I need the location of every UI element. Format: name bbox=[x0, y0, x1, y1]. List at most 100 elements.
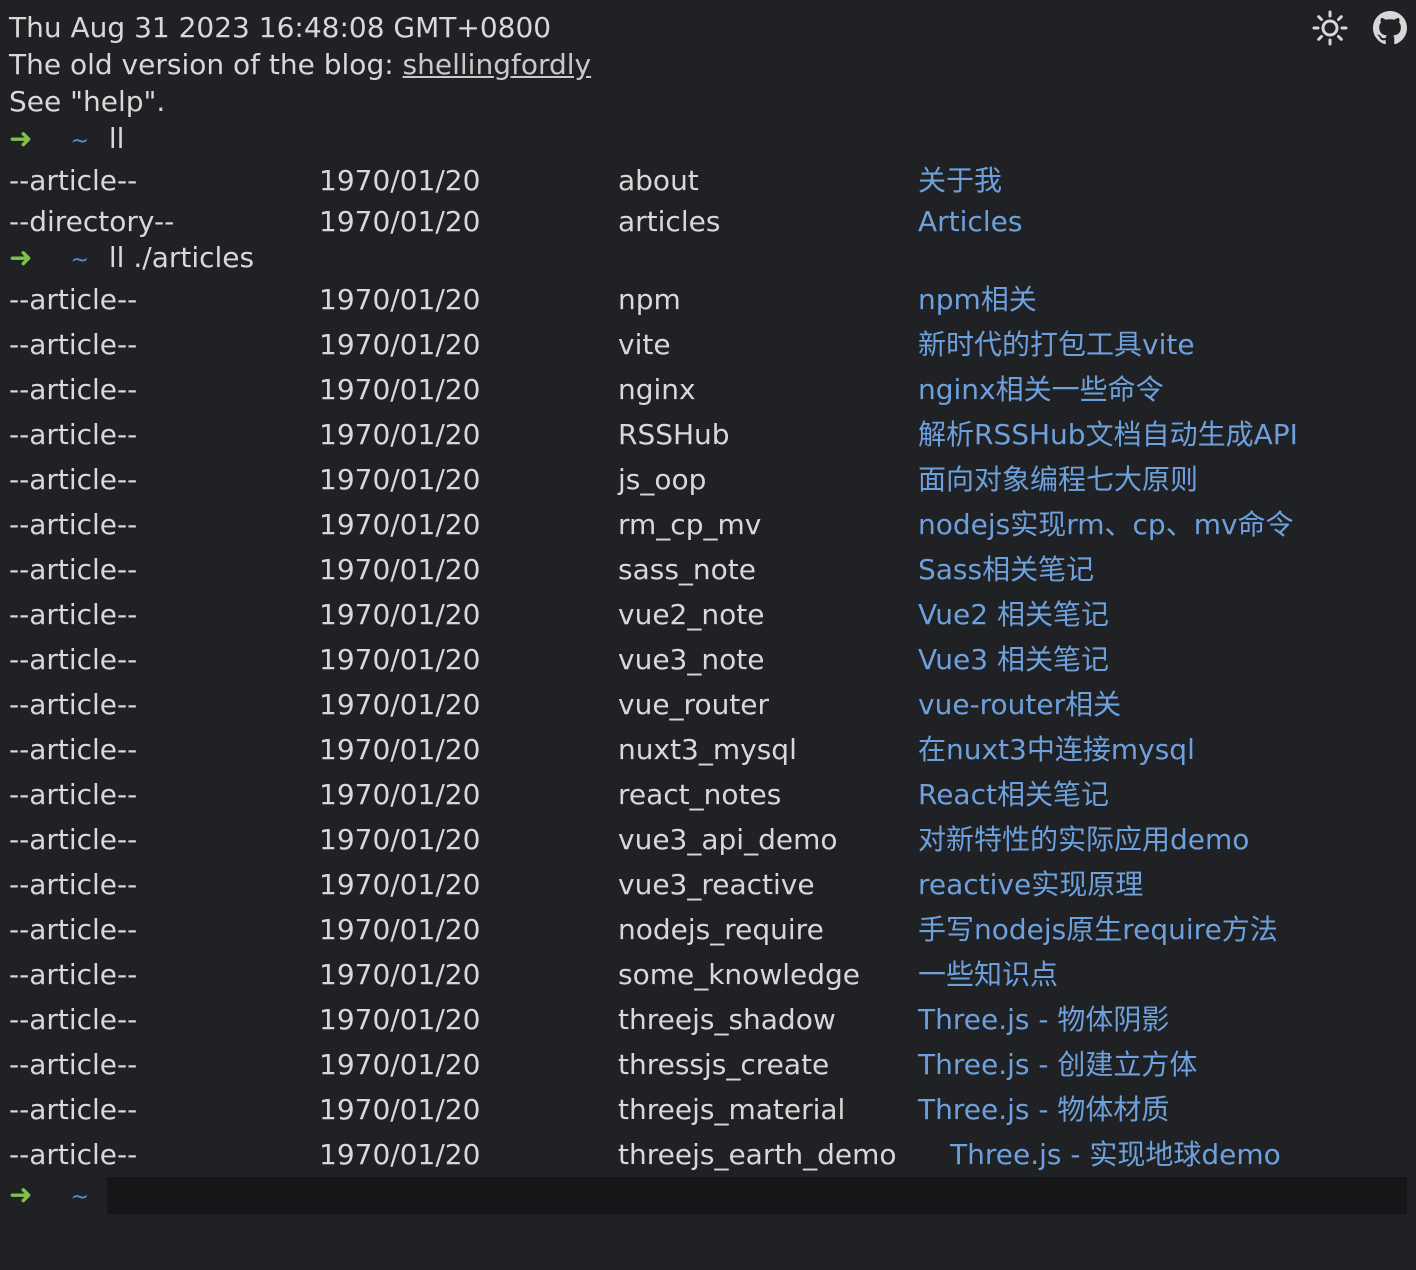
entry-title-link[interactable]: 新时代的打包工具vite bbox=[918, 325, 1195, 365]
entry-name: vue3_reactive bbox=[618, 868, 815, 901]
entry-name: nodejs_require bbox=[618, 913, 824, 946]
entry-title-link[interactable]: 解析RSSHub文档自动生成API bbox=[918, 415, 1298, 455]
list-item: --article-- 1970/01/20 nuxt3_mysql 在nuxt… bbox=[0, 730, 1416, 770]
list-item: --article-- 1970/01/20 vue_router vue-ro… bbox=[0, 685, 1416, 725]
list-item: --article-- 1970/01/20 rm_cp_mv nodejs实现… bbox=[0, 505, 1416, 545]
entry-title-link[interactable]: Three.js - 物体阴影 bbox=[918, 1000, 1169, 1040]
entry-date: 1970/01/20 bbox=[319, 373, 481, 406]
entry-title-link[interactable]: Three.js - 实现地球demo bbox=[950, 1135, 1281, 1175]
list-item: --article-- 1970/01/20 react_notes React… bbox=[0, 775, 1416, 815]
entry-date: 1970/01/20 bbox=[319, 418, 481, 451]
entry-title-link[interactable]: Articles bbox=[918, 202, 1022, 242]
sun-icon[interactable] bbox=[1312, 10, 1348, 46]
list-item: --article-- 1970/01/20 js_oop 面向对象编程七大原则 bbox=[0, 460, 1416, 500]
entry-date: 1970/01/20 bbox=[319, 328, 481, 361]
list-item: --article-- 1970/01/20 vue3_note Vue3 相关… bbox=[0, 640, 1416, 680]
entry-type: --article-- bbox=[9, 913, 138, 946]
list-item: --article-- 1970/01/20 threejs_material … bbox=[0, 1090, 1416, 1130]
entry-title-link[interactable]: React相关笔记 bbox=[918, 775, 1109, 815]
entry-title-link[interactable]: Sass相关笔记 bbox=[918, 550, 1094, 590]
entry-type: --article-- bbox=[9, 1048, 138, 1081]
entry-date: 1970/01/20 bbox=[319, 553, 481, 586]
entry-name: about bbox=[618, 164, 699, 197]
prompt-line-1: ➜ ~ ll bbox=[9, 121, 124, 160]
entry-title-link[interactable]: Vue2 相关笔记 bbox=[918, 595, 1109, 635]
entry-type: --article-- bbox=[9, 868, 138, 901]
entry-type: --article-- bbox=[9, 823, 138, 856]
list-item: --article-- 1970/01/20 about 关于我 bbox=[0, 161, 1416, 201]
list-item: --directory-- 1970/01/20 articles Articl… bbox=[0, 202, 1416, 242]
entry-name: sass_note bbox=[618, 553, 757, 586]
entry-title-link[interactable]: npm相关 bbox=[918, 280, 1037, 320]
entry-date: 1970/01/20 bbox=[319, 913, 481, 946]
entry-title-link[interactable]: 手写nodejs原生require方法 bbox=[918, 910, 1278, 950]
github-icon[interactable] bbox=[1372, 10, 1408, 46]
entry-type: --article-- bbox=[9, 778, 138, 811]
datetime-line: Thu Aug 31 2023 16:48:08 GMT+0800 bbox=[9, 11, 552, 44]
entry-date: 1970/01/20 bbox=[319, 1138, 481, 1171]
entry-date: 1970/01/20 bbox=[319, 463, 481, 496]
old-version-line: The old version of the blog: shellingfor… bbox=[9, 47, 591, 83]
command-text: ll bbox=[108, 122, 125, 155]
entry-type: --article-- bbox=[9, 688, 138, 721]
entry-name: vue3_note bbox=[618, 643, 765, 676]
list-item: --article-- 1970/01/20 vite 新时代的打包工具vite bbox=[0, 325, 1416, 365]
entry-date: 1970/01/20 bbox=[319, 1003, 481, 1036]
entry-name: js_oop bbox=[618, 463, 707, 496]
entry-date: 1970/01/20 bbox=[319, 205, 481, 238]
entry-title-link[interactable]: vue-router相关 bbox=[918, 685, 1121, 725]
entry-type: --article-- bbox=[9, 553, 138, 586]
entry-date: 1970/01/20 bbox=[319, 598, 481, 631]
entry-name: articles bbox=[618, 205, 721, 238]
entry-type: --directory-- bbox=[9, 205, 175, 238]
entry-title-link[interactable]: 关于我 bbox=[918, 161, 1002, 201]
entry-title-link[interactable]: nginx相关一些命令 bbox=[918, 370, 1164, 410]
entry-name: threejs_earth_demo bbox=[618, 1138, 897, 1171]
entry-name: npm bbox=[618, 283, 681, 316]
entry-date: 1970/01/20 bbox=[319, 868, 481, 901]
entry-title-link[interactable]: reactive实现原理 bbox=[918, 865, 1143, 905]
entry-name: react_notes bbox=[618, 778, 782, 811]
entry-title-link[interactable]: Three.js - 物体材质 bbox=[918, 1090, 1169, 1130]
entry-name: vite bbox=[618, 328, 671, 361]
entry-title-link[interactable]: 在nuxt3中连接mysql bbox=[918, 730, 1195, 770]
entry-name: rm_cp_mv bbox=[618, 508, 762, 541]
entry-date: 1970/01/20 bbox=[319, 1093, 481, 1126]
entry-title-link[interactable]: 面向对象编程七大原则 bbox=[918, 460, 1198, 500]
list-item: --article-- 1970/01/20 threejs_shadow Th… bbox=[0, 1000, 1416, 1040]
list-item: --article-- 1970/01/20 threejs_earth_dem… bbox=[0, 1135, 1416, 1175]
entry-title-link[interactable]: 对新特性的实际应用demo bbox=[918, 820, 1249, 860]
list-item: --article-- 1970/01/20 RSSHub 解析RSSHub文档… bbox=[0, 415, 1416, 455]
entry-type: --article-- bbox=[9, 373, 138, 406]
entry-type: --article-- bbox=[9, 1003, 138, 1036]
entry-date: 1970/01/20 bbox=[319, 508, 481, 541]
entry-name: threejs_shadow bbox=[618, 1003, 836, 1036]
entry-date: 1970/01/20 bbox=[319, 823, 481, 856]
entry-type: --article-- bbox=[9, 508, 138, 541]
list-item: --article-- 1970/01/20 vue2_note Vue2 相关… bbox=[0, 595, 1416, 635]
prompt-tilde: ~ bbox=[70, 248, 89, 273]
entry-date: 1970/01/20 bbox=[319, 733, 481, 766]
list-item: --article-- 1970/01/20 vue3_reactive rea… bbox=[0, 865, 1416, 905]
entry-title-link[interactable]: nodejs实现rm、cp、mv命令 bbox=[918, 505, 1294, 545]
entry-title-link[interactable]: 一些知识点 bbox=[918, 955, 1058, 995]
entry-type: --article-- bbox=[9, 164, 138, 197]
entry-date: 1970/01/20 bbox=[319, 164, 481, 197]
old-blog-link[interactable]: shellingfordly bbox=[403, 48, 592, 81]
prompt-tilde: ~ bbox=[70, 1185, 89, 1210]
command-text: ll ./articles bbox=[108, 241, 255, 274]
entry-title-link[interactable]: Three.js - 创建立方体 bbox=[918, 1045, 1197, 1085]
list-item: --article-- 1970/01/20 thressjs_create T… bbox=[0, 1045, 1416, 1085]
entry-name: RSSHub bbox=[618, 418, 730, 451]
list-item: --article-- 1970/01/20 nginx nginx相关一些命令 bbox=[0, 370, 1416, 410]
command-input[interactable] bbox=[107, 1177, 1407, 1214]
entry-title-link[interactable]: Vue3 相关笔记 bbox=[918, 640, 1109, 680]
old-version-prefix: The old version of the blog: bbox=[9, 48, 403, 81]
prompt-arrow-icon: ➜ bbox=[9, 1178, 33, 1211]
list-item: --article-- 1970/01/20 sass_note Sass相关笔… bbox=[0, 550, 1416, 590]
entry-name: vue2_note bbox=[618, 598, 765, 631]
list-item: --article-- 1970/01/20 some_knowledge 一些… bbox=[0, 955, 1416, 995]
list-item: --article-- 1970/01/20 npm npm相关 bbox=[0, 280, 1416, 320]
entry-type: --article-- bbox=[9, 1138, 138, 1171]
list-item: --article-- 1970/01/20 vue3_api_demo 对新特… bbox=[0, 820, 1416, 860]
